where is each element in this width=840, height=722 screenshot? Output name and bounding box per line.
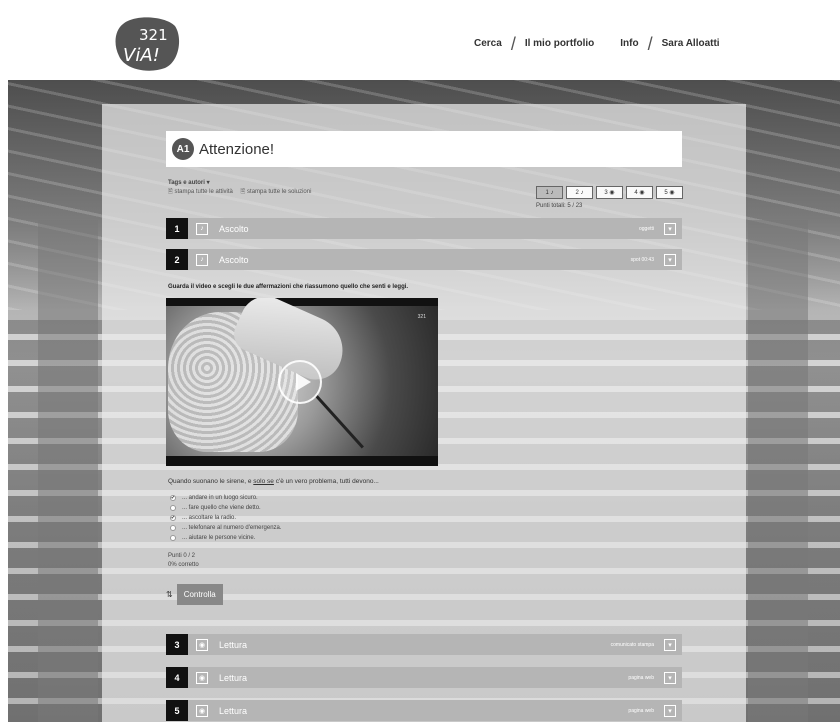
checkbox[interactable]	[170, 535, 176, 541]
percent-correct: 0% corretto	[168, 562, 199, 568]
chevron-down-icon[interactable]: ▾	[664, 671, 676, 684]
section-bar-3[interactable]: 3 ◉ Lettura comunicato stampa ▾	[166, 634, 682, 655]
chevron-down-icon[interactable]: ▾	[664, 222, 676, 235]
section-number: 3	[166, 634, 188, 655]
activity-header: A1 Attenzione!	[166, 131, 682, 167]
play-icon[interactable]	[278, 360, 322, 404]
option-item[interactable]: ... fare quello che viene detto.	[170, 503, 282, 513]
section-label: Ascolto	[219, 254, 249, 265]
option-item[interactable]: ... aiutare le persone vicine.	[170, 533, 282, 543]
print-solutions-link[interactable]: 🖹 stampa tutte le soluzioni	[241, 189, 312, 195]
sort-icon: ⇅	[166, 590, 173, 599]
check-button[interactable]: Controlla	[176, 584, 223, 605]
option-item[interactable]: ... telefonare al numero d'emergenza.	[170, 523, 282, 533]
checkbox[interactable]: ✔	[170, 515, 176, 521]
section-number: 4	[166, 667, 188, 688]
section-tag: oggetti	[638, 225, 654, 232]
nav-separator: /	[647, 33, 653, 54]
eye-icon: ◉	[196, 671, 208, 684]
chevron-down-icon[interactable]: ▾	[664, 638, 676, 651]
checkbox[interactable]	[170, 505, 176, 511]
section-bar-1[interactable]: 1 ♪ Ascolto oggetti ▾	[166, 218, 682, 239]
section-label: Ascolto	[219, 223, 249, 234]
nav-user[interactable]: Sara Alloatti	[662, 38, 720, 49]
video-player[interactable]: 321	[166, 298, 438, 466]
section-number: 1	[166, 218, 188, 239]
activity-meta: Tags e autori ▾ 🖹 stampa tutte le attivi…	[168, 179, 317, 197]
step-navigator: 1 ♪ 2 ♪ 3 ◉ 4 ◉ 5 ◉	[536, 186, 683, 199]
audio-icon: ♪	[196, 222, 208, 235]
svg-text:ViA!: ViA!	[123, 45, 160, 66]
nav-info[interactable]: Info	[620, 38, 638, 49]
level-badge: A1	[172, 138, 194, 160]
eye-icon: ◉	[196, 638, 208, 651]
svg-text:321: 321	[139, 26, 168, 44]
step-2[interactable]: 2 ♪	[566, 186, 593, 199]
section-bar-5[interactable]: 5 ◉ Lettura pagina web ▾	[166, 700, 682, 721]
check-area: ⇅ Controlla	[166, 584, 223, 605]
checkbox[interactable]	[170, 525, 176, 531]
step-3[interactable]: 3 ◉	[596, 186, 623, 199]
print-activities-link[interactable]: 🖹 stampa tutte le attività	[168, 189, 233, 195]
section-tag: spot 00:43	[630, 256, 654, 263]
tags-toggle[interactable]: Tags e autori ▾	[168, 179, 317, 188]
option-item[interactable]: ✔... andare in un luogo sicuro.	[170, 493, 282, 503]
section-number: 5	[166, 700, 188, 721]
answer-options: ✔... andare in un luogo sicuro. ... fare…	[170, 493, 282, 543]
section-label: Lettura	[219, 672, 248, 683]
section-label: Lettura	[219, 705, 248, 716]
chevron-down-icon[interactable]: ▾	[664, 253, 676, 266]
points-total: Punti totali: 5 / 23	[536, 203, 583, 209]
nav-portfolio[interactable]: Il mio portfolio	[525, 38, 594, 49]
logo-321via[interactable]: 321 ViA!	[113, 16, 181, 72]
checkbox[interactable]: ✔	[170, 495, 176, 501]
section-bar-4[interactable]: 4 ◉ Lettura pagina web ▾	[166, 667, 682, 688]
activity-panel: A1 Attenzione! Tags e autori ▾ 🖹 stampa …	[102, 104, 746, 722]
page-title: Attenzione!	[199, 140, 275, 158]
eye-icon: ◉	[196, 704, 208, 717]
top-bar: 321 ViA! Cerca / Il mio portfolio Info /…	[0, 0, 840, 80]
option-item[interactable]: ✔... ascoltare la radio.	[170, 513, 282, 523]
question-text: Quando suonano le sirene, e solo se c'è …	[168, 478, 379, 485]
nav-separator: /	[510, 33, 516, 54]
section-number: 2	[166, 249, 188, 270]
audio-icon: ♪	[196, 253, 208, 266]
video-watermark: 321	[417, 314, 426, 320]
section-tag: comunicato stampa	[610, 641, 654, 648]
main-nav: Cerca / Il mio portfolio Info / Sara All…	[474, 33, 720, 54]
section-tag: pagina web	[628, 707, 654, 714]
section-bar-2[interactable]: 2 ♪ Ascolto spot 00:43 ▾	[166, 249, 682, 270]
section-label: Lettura	[219, 639, 248, 650]
score-summary: Punti 0 / 2 0% corretto	[168, 552, 199, 570]
chevron-down-icon[interactable]: ▾	[664, 704, 676, 717]
points-score: Punti 0 / 2	[168, 553, 196, 559]
exercise-instruction: Guarda il video e scegli le due affermaz…	[168, 284, 409, 290]
section-tag: pagina web	[628, 674, 654, 681]
nav-cerca[interactable]: Cerca	[474, 38, 502, 49]
step-1[interactable]: 1 ♪	[536, 186, 563, 199]
step-4[interactable]: 4 ◉	[626, 186, 653, 199]
step-5[interactable]: 5 ◉	[656, 186, 683, 199]
